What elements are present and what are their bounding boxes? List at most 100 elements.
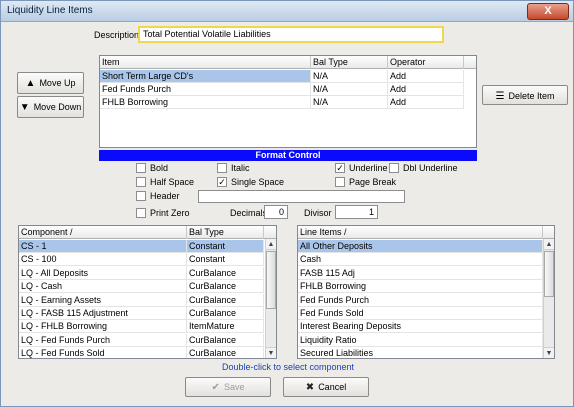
components-table-header: Component / Bal Type bbox=[19, 226, 276, 239]
italic-label: Italic bbox=[231, 163, 250, 173]
table-cell: FHLB Borrowing bbox=[100, 96, 311, 109]
column-header-bal-type[interactable]: Bal Type bbox=[311, 56, 388, 69]
list-item[interactable]: FHLB Borrowing bbox=[298, 280, 543, 294]
delete-item-label: Delete Item bbox=[508, 91, 555, 101]
arrow-up-icon: ▲ bbox=[25, 78, 36, 89]
items-table-header: Item Bal Type Operator bbox=[100, 56, 476, 69]
scroll-up-arrow-icon[interactable]: ▲ bbox=[544, 239, 554, 250]
line-items-table[interactable]: Line Items / All Other Deposits Cash FASB … bbox=[297, 225, 555, 359]
list-item[interactable]: Cash bbox=[298, 253, 543, 267]
description-input[interactable]: Total Potential Volatile Liabilities bbox=[138, 26, 444, 43]
table-cell: N/A bbox=[311, 83, 388, 96]
list-item[interactable]: Fed Funds Sold bbox=[298, 307, 543, 320]
list-item[interactable]: CS - 100 Constant bbox=[19, 253, 264, 267]
column-header-bal-type[interactable]: Bal Type bbox=[187, 226, 264, 239]
component-bal-type: CurBalance bbox=[187, 307, 264, 320]
list-item[interactable]: LQ - Cash CurBalance bbox=[19, 280, 264, 294]
half-space-label: Half Space bbox=[150, 177, 195, 187]
line-item-name: Secured Liabilities bbox=[298, 347, 543, 358]
print-zero-label: Print Zero bbox=[150, 208, 190, 218]
divisor-input[interactable]: 1 bbox=[335, 205, 378, 219]
line-item-name: Interest Bearing Deposits bbox=[298, 320, 543, 334]
list-item[interactable]: LQ - Fed Funds Purch CurBalance bbox=[19, 333, 264, 347]
line-item-name: All Other Deposits bbox=[298, 240, 543, 253]
scroll-thumb[interactable] bbox=[544, 251, 554, 297]
list-item[interactable]: All Other Deposits bbox=[298, 240, 543, 253]
divisor-label: Divisor bbox=[304, 208, 332, 218]
liquidity-line-items-window: Liquidity Line Items X Description Total… bbox=[0, 0, 574, 407]
list-item[interactable]: LQ - FASB 115 Adjustment CurBalance bbox=[19, 307, 264, 320]
delete-item-button[interactable]: ☰ Delete Item bbox=[482, 85, 568, 105]
cancel-button[interactable]: ✖ Cancel bbox=[283, 377, 369, 397]
component-bal-type: CurBalance bbox=[187, 293, 264, 307]
table-cell: Short Term Large CD's bbox=[100, 70, 311, 83]
double-click-hint: Double-click to select component bbox=[221, 362, 355, 372]
description-label: Description bbox=[94, 30, 140, 40]
component-bal-type: CurBalance bbox=[187, 266, 264, 280]
save-button[interactable]: ✔ Save bbox=[185, 377, 271, 397]
italic-checkbox[interactable] bbox=[217, 163, 227, 173]
move-up-button[interactable]: ▲ Move Up bbox=[17, 72, 84, 94]
component-bal-type: CurBalance bbox=[187, 347, 264, 358]
decimals-input[interactable]: 0 bbox=[264, 205, 288, 219]
list-item[interactable]: LQ - All Deposits CurBalance bbox=[19, 266, 264, 280]
scroll-down-arrow-icon[interactable]: ▼ bbox=[266, 347, 276, 358]
items-table[interactable]: Item Bal Type Operator Short Term Large … bbox=[99, 55, 477, 148]
scroll-down-arrow-icon[interactable]: ▼ bbox=[544, 347, 554, 358]
line-items-scrollbar[interactable]: ▲ ▼ bbox=[543, 239, 554, 358]
table-row-rest[interactable]: N/A Add bbox=[311, 70, 464, 83]
list-item[interactable]: FASB 115 Adj bbox=[298, 266, 543, 280]
component-bal-type: CurBalance bbox=[187, 280, 264, 294]
column-header-component[interactable]: Component / bbox=[19, 226, 187, 239]
x-icon: ✖ bbox=[305, 382, 315, 393]
table-cell: Add bbox=[388, 83, 464, 96]
list-item[interactable]: Secured Liabilities bbox=[298, 347, 543, 358]
header-checkbox[interactable] bbox=[136, 191, 146, 201]
component-name: LQ - All Deposits bbox=[19, 266, 187, 280]
table-row[interactable]: Fed Funds Purch N/A Add bbox=[100, 83, 464, 96]
list-item[interactable]: Fed Funds Purch bbox=[298, 293, 543, 307]
list-item[interactable]: CS - 1 Constant bbox=[19, 240, 264, 253]
cancel-label: Cancel bbox=[318, 382, 347, 392]
table-row[interactable]: FHLB Borrowing N/A Add bbox=[100, 96, 464, 109]
column-header-line-items[interactable]: Line Items / bbox=[298, 226, 543, 239]
line-item-name: Fed Funds Sold bbox=[298, 307, 543, 320]
component-name: CS - 1 bbox=[19, 240, 187, 253]
scroll-up-arrow-icon[interactable]: ▲ bbox=[266, 239, 276, 250]
scroll-thumb[interactable] bbox=[266, 251, 276, 309]
line-items-table-header: Line Items / bbox=[298, 226, 554, 239]
component-bal-type: CurBalance bbox=[187, 333, 264, 347]
component-bal-type: Constant bbox=[187, 253, 264, 267]
column-header-operator[interactable]: Operator bbox=[388, 56, 464, 69]
window-title: Liquidity Line Items bbox=[7, 5, 93, 16]
single-space-label: Single Space bbox=[231, 177, 285, 187]
components-table[interactable]: Component / Bal Type CS - 1 Constant CS - … bbox=[18, 225, 277, 359]
dbl-underline-checkbox[interactable] bbox=[389, 163, 399, 173]
half-space-checkbox[interactable] bbox=[136, 177, 146, 187]
underline-checkbox[interactable]: ✓ bbox=[335, 163, 345, 173]
list-item[interactable]: Interest Bearing Deposits bbox=[298, 320, 543, 334]
bold-checkbox[interactable] bbox=[136, 163, 146, 173]
component-name: LQ - FHLB Borrowing bbox=[19, 320, 187, 334]
single-space-checkbox[interactable]: ✓ bbox=[217, 177, 227, 187]
move-down-button[interactable]: ▼ Move Down bbox=[17, 96, 84, 118]
line-item-name: Fed Funds Purch bbox=[298, 293, 543, 307]
format-control-title: Format Control bbox=[99, 150, 477, 161]
page-break-checkbox[interactable] bbox=[335, 177, 345, 187]
save-label: Save bbox=[223, 382, 245, 392]
column-header-item[interactable]: Item bbox=[100, 56, 311, 69]
components-scrollbar[interactable]: ▲ ▼ bbox=[265, 239, 276, 358]
print-zero-checkbox[interactable] bbox=[136, 208, 146, 218]
list-item[interactable]: LQ - Earning Assets CurBalance bbox=[19, 293, 264, 307]
table-row[interactable]: Short Term Large CD's bbox=[100, 70, 311, 83]
list-item[interactable]: LQ - FHLB Borrowing ItemMature bbox=[19, 320, 264, 334]
close-button[interactable]: X bbox=[527, 3, 569, 20]
table-cell: Fed Funds Purch bbox=[100, 83, 311, 96]
table-cell: Add bbox=[388, 70, 464, 83]
list-item[interactable]: Liquidity Ratio bbox=[298, 333, 543, 347]
component-name: LQ - Earning Assets bbox=[19, 293, 187, 307]
list-item[interactable]: LQ - Fed Funds Sold CurBalance bbox=[19, 347, 264, 358]
header-text-input[interactable] bbox=[198, 190, 405, 203]
component-name: LQ - FASB 115 Adjustment bbox=[19, 307, 187, 320]
bold-label: Bold bbox=[150, 163, 169, 173]
